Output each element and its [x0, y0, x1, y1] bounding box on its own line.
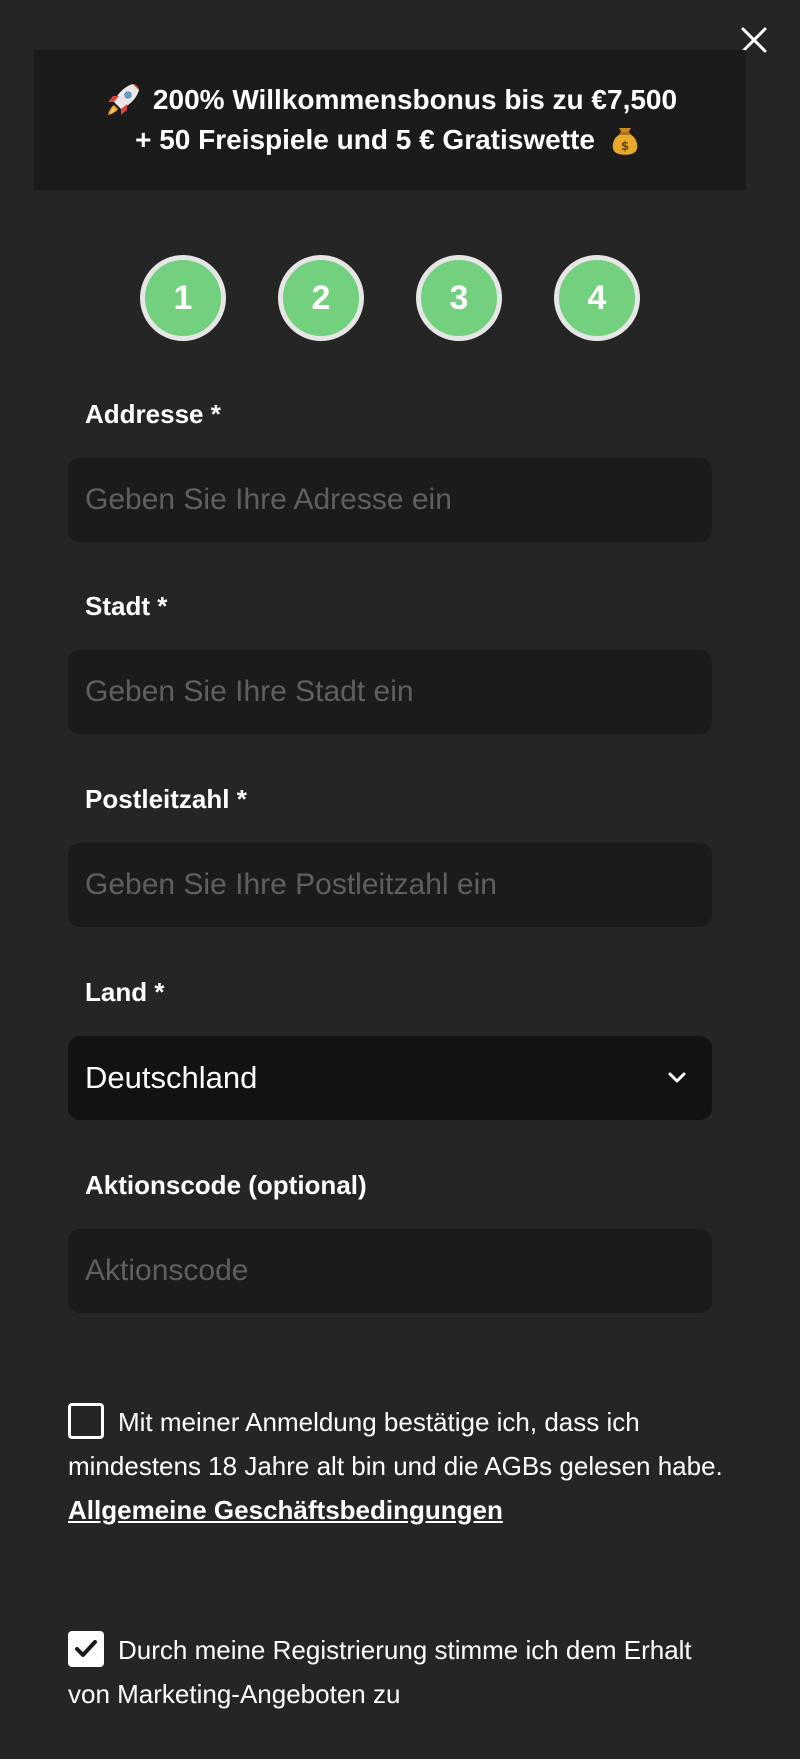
country-label: Land *	[85, 977, 165, 1007]
terms-consent: Mit meiner Anmeldung bestätige ich, dass…	[68, 1400, 728, 1532]
step-1[interactable]: 1	[140, 255, 226, 341]
city-label: Stadt *	[85, 591, 168, 621]
banner-line-1: 200% Willkommensbonus bis zu €7,500	[103, 80, 677, 120]
banner-line-2: + 50 Freispiele und 5 € Gratiswette $	[135, 120, 645, 160]
address-label: Addresse *	[85, 399, 221, 429]
checkmark-icon	[75, 1640, 97, 1657]
country-select[interactable]: Deutschland	[68, 1036, 712, 1120]
progress-steps: 1 2 3 4	[140, 255, 640, 341]
terms-link[interactable]: Allgemeine Geschäftsbedingungen	[68, 1495, 503, 1525]
step-2[interactable]: 2	[278, 255, 364, 341]
step-4[interactable]: 4	[554, 255, 640, 341]
postal-code-field-group: Postleitzahl *	[68, 781, 712, 927]
svg-text:$: $	[621, 139, 629, 153]
banner-title-line-1: 200% Willkommensbonus bis zu €7,500	[152, 84, 678, 115]
city-input[interactable]	[68, 650, 712, 734]
promo-code-input[interactable]	[68, 1229, 712, 1313]
marketing-text: Durch meine Registrierung stimme ich dem…	[68, 1635, 692, 1709]
money-bag-emoji-icon: $	[612, 128, 638, 155]
marketing-consent: Durch meine Registrierung stimme ich dem…	[68, 1628, 728, 1716]
banner-title-line-2: + 50 Freispiele und 5 € Gratiswette	[135, 124, 595, 155]
welcome-bonus-banner: 200% Willkommensbonus bis zu €7,500 + 50…	[34, 50, 746, 190]
address-field-group: Addresse *	[68, 396, 712, 542]
rocket-emoji-icon	[107, 84, 139, 115]
terms-checkbox[interactable]	[68, 1403, 104, 1439]
chevron-down-icon	[668, 1072, 686, 1083]
promo-code-field-group: Aktionscode (optional)	[68, 1167, 712, 1313]
address-input[interactable]	[68, 458, 712, 542]
terms-text: Mit meiner Anmeldung bestätige ich, dass…	[68, 1407, 723, 1481]
marketing-checkbox[interactable]	[68, 1631, 104, 1667]
step-3[interactable]: 3	[416, 255, 502, 341]
country-selected-value: Deutschland	[85, 1060, 258, 1095]
city-field-group: Stadt *	[68, 588, 712, 734]
registration-modal: 200% Willkommensbonus bis zu €7,500 + 50…	[0, 0, 800, 1759]
country-field-group: Land * Deutschland	[68, 974, 712, 1120]
postal-code-label: Postleitzahl *	[85, 784, 247, 814]
promo-code-label: Aktionscode (optional)	[85, 1170, 367, 1200]
postal-code-input[interactable]	[68, 843, 712, 927]
